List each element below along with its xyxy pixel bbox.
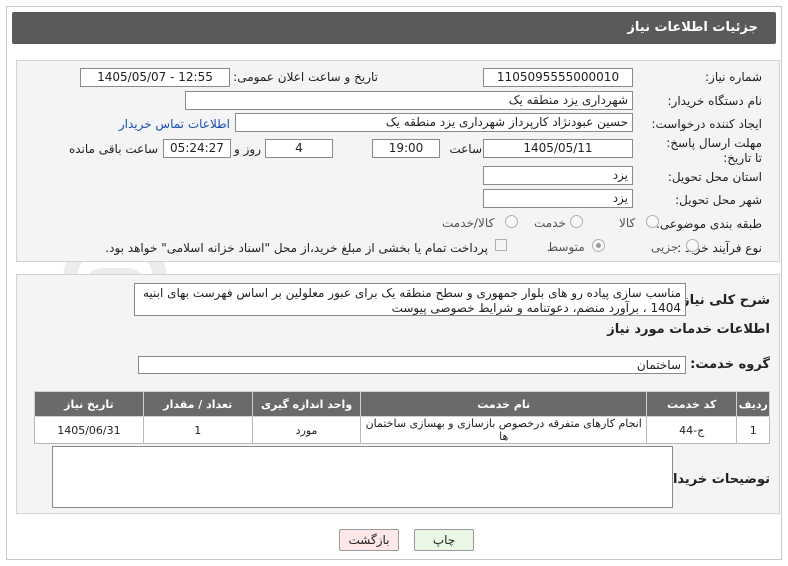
treasury-payment-checkbox[interactable] <box>495 239 507 251</box>
category-goods-service-radio[interactable] <box>505 215 518 228</box>
cell-row-number: 1 <box>736 416 770 444</box>
page-header: جزئیات اطلاعات نیاز <box>12 12 776 44</box>
col-row-number: ردیف <box>736 391 770 417</box>
city-label: شهر محل تحویل: <box>675 193 762 207</box>
col-service-name: نام خدمت <box>360 391 647 417</box>
province-field[interactable]: یزد <box>483 166 633 185</box>
deadline-time-field[interactable]: 19:00 <box>372 139 440 158</box>
cell-service-name: انجام کارهای متفرقه درخصوص بازسازی و بهس… <box>360 416 647 444</box>
category-goods-service-label: کالا/خدمت <box>442 216 495 230</box>
category-service-radio[interactable] <box>570 215 583 228</box>
summary-text: مناسب سازی پیاده رو های بلوار جمهوری و س… <box>134 283 686 316</box>
cell-quantity: 1 <box>142 416 253 444</box>
category-label: طبقه بندی موضوعی: <box>655 217 762 231</box>
deadline-date-field[interactable]: 1405/05/11 <box>483 139 633 158</box>
service-group-field[interactable]: ساختمان <box>138 356 686 374</box>
col-service-code: کد خدمت <box>645 391 738 417</box>
category-goods-radio[interactable] <box>646 215 659 228</box>
col-unit: واحد اندازه گیری <box>251 391 362 417</box>
creator-field[interactable]: حسین عبودنژاد کارپرداز شهرداری یزد منطقه… <box>235 113 633 132</box>
table-row: 1 ج-44 انجام کارهای متفرقه درخصوص بازساز… <box>34 416 770 444</box>
col-need-date: تاریخ نیاز <box>34 391 144 417</box>
purchase-minor-radio[interactable] <box>686 239 699 252</box>
purchase-medium-label: متوسط <box>547 240 585 254</box>
services-table-header: ردیف کد خدمت نام خدمت واحد اندازه گیری ت… <box>34 391 770 417</box>
announce-date-field[interactable]: 1405/05/07 - 12:55 <box>80 68 230 87</box>
back-button[interactable]: بازگشت <box>339 529 399 551</box>
category-service-label: خدمت <box>534 216 566 230</box>
services-table: ردیف کد خدمت نام خدمت واحد اندازه گیری ت… <box>34 391 770 444</box>
creator-label: ایجاد کننده درخواست: <box>651 117 762 131</box>
remaining-time-label: ساعت باقی مانده <box>68 142 158 156</box>
buyer-notes-textarea[interactable] <box>52 446 673 508</box>
page-title: جزئیات اطلاعات نیاز <box>627 20 758 35</box>
buyer-notes-label: توضیحات خریدار: <box>660 472 770 487</box>
category-goods-label: کالا <box>619 216 636 230</box>
cell-unit: مورد <box>251 416 362 444</box>
days-label: روز و <box>234 142 261 156</box>
buyer-org-field[interactable]: شهرداری یزد منطقه یک <box>185 91 633 110</box>
buyer-org-label: نام دستگاه خریدار: <box>667 94 763 108</box>
announce-date-label: تاریخ و ساعت اعلان عمومی: <box>233 70 378 84</box>
city-field[interactable]: یزد <box>483 189 633 208</box>
cell-service-code: ج-44 <box>645 416 738 444</box>
remaining-time-field[interactable]: 05:24:27 <box>163 139 231 158</box>
summary-label: شرح کلی نیاز: <box>676 293 770 308</box>
contact-info-link[interactable]: اطلاعات تماس خریدار <box>119 117 230 131</box>
cell-need-date: 1405/06/31 <box>34 416 144 444</box>
purchase-minor-label: جزیی <box>651 240 679 254</box>
treasury-payment-note: پرداخت تمام یا بخشی از مبلغ خرید،از محل … <box>105 241 488 255</box>
deadline-time-label: ساعت <box>449 142 482 156</box>
need-number-label: شماره نیاز: <box>705 70 762 84</box>
remaining-days-field[interactable]: 4 <box>265 139 333 158</box>
province-label: استان محل تحویل: <box>667 170 762 184</box>
need-number-field[interactable]: 1105095555000010 <box>483 68 633 87</box>
col-quantity: تعداد / مقدار <box>142 391 253 417</box>
service-group-label: گروه خدمت: <box>690 357 770 372</box>
services-section-title: اطلاعات خدمات مورد نیاز <box>607 322 770 337</box>
deadline-label: مهلت ارسال پاسخ: تا تاریخ: <box>666 136 762 165</box>
print-button[interactable]: چاپ <box>414 529 474 551</box>
purchase-medium-radio[interactable] <box>592 239 605 252</box>
